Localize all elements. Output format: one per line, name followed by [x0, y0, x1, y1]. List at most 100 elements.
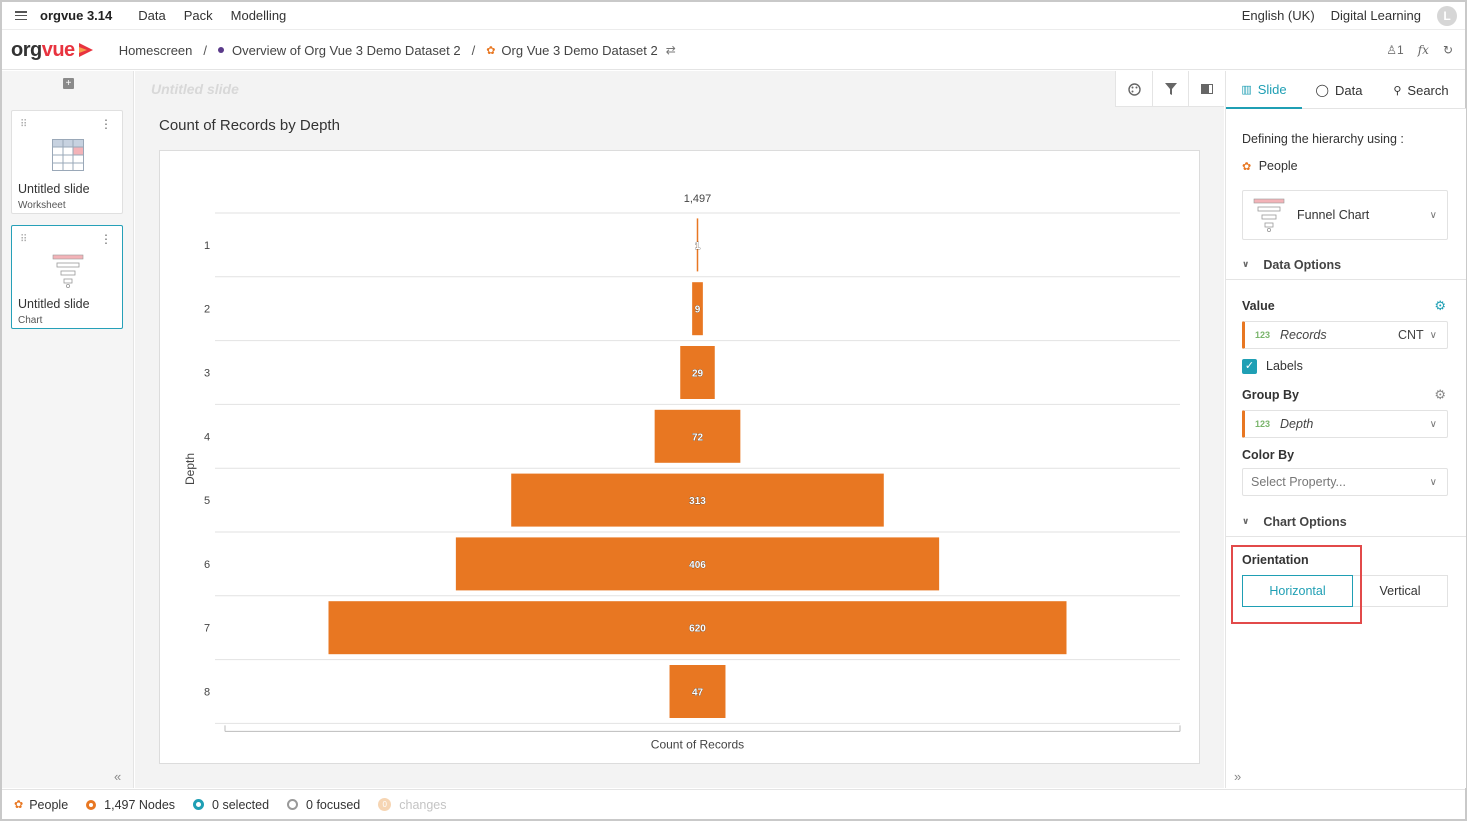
- palette-icon[interactable]: [1116, 71, 1152, 107]
- chart-heading: Count of Records by Depth: [159, 117, 340, 134]
- app-name: orgvue 3.14: [40, 8, 113, 23]
- kebab-menu-icon[interactable]: ⋮: [100, 117, 112, 131]
- orgvue-logo[interactable]: orgvue: [11, 39, 95, 62]
- x-axis-label: Count of Records: [651, 737, 744, 751]
- pack-dot-icon: [218, 47, 225, 53]
- chart-options-section[interactable]: ∨ Chart Options: [1226, 507, 1466, 537]
- tab-search[interactable]: ⚲ Search: [1376, 71, 1466, 109]
- status-focused[interactable]: 0 focused: [287, 798, 360, 812]
- chevron-down-icon: ∨: [1242, 516, 1250, 526]
- data-options-section[interactable]: ∨ Data Options: [1226, 250, 1466, 280]
- logo-mark-icon: [78, 43, 93, 57]
- group-by-select[interactable]: 123 Depth ∨: [1242, 410, 1448, 438]
- drag-handle-icon[interactable]: ⠿: [20, 234, 27, 245]
- status-dataset-label: People: [29, 797, 69, 812]
- sync-icon[interactable]: ⇄: [666, 43, 676, 57]
- color-by-select[interactable]: Select Property... ∨: [1242, 468, 1448, 496]
- breadcrumb-overview[interactable]: Overview of Org Vue 3 Demo Dataset 2: [218, 43, 461, 58]
- data-label: 313: [689, 496, 706, 507]
- group-by-gear-icon[interactable]: ⚙: [1434, 387, 1446, 403]
- add-slide-button[interactable]: +: [63, 78, 74, 89]
- numeric-type-badge: 123: [1255, 330, 1271, 340]
- status-changes[interactable]: 0 changes: [378, 797, 447, 812]
- slide-card-worksheet[interactable]: ⠿ ⋮ Untitled slide Worksheet: [11, 110, 123, 214]
- collapse-left-icon[interactable]: «: [114, 769, 121, 784]
- data-options-label: Data Options: [1263, 257, 1342, 272]
- panel-toggle-icon[interactable]: [1188, 71, 1224, 107]
- language-selector[interactable]: English (UK): [1242, 8, 1315, 23]
- drag-handle-icon[interactable]: ⠿: [20, 119, 27, 130]
- logo-text-org: org: [11, 38, 42, 61]
- refresh-icon[interactable]: ↻: [1443, 43, 1453, 57]
- slide-title-input[interactable]: Untitled slide: [151, 81, 239, 97]
- value-settings-gear-icon[interactable]: ⚙: [1434, 298, 1446, 314]
- y-axis-label: Depth: [183, 453, 197, 485]
- slide-toolbar: [1115, 71, 1224, 107]
- slide-card-chart[interactable]: ⠿ ⋮ Untitled slide Chart: [11, 225, 123, 329]
- status-nodes-label: 1,497 Nodes: [104, 797, 176, 812]
- chart-type-value: Funnel Chart: [1297, 208, 1370, 222]
- hierarchy-dataset: People: [1258, 159, 1298, 173]
- value-label: Value: [1242, 299, 1275, 313]
- tab-slide[interactable]: ▥ Slide: [1226, 71, 1302, 109]
- slide-title: Untitled slide: [18, 297, 90, 311]
- menu-pack[interactable]: Pack: [184, 8, 213, 23]
- status-selected[interactable]: 0 selected: [193, 798, 269, 812]
- y-tick-label: 2: [204, 304, 210, 316]
- menu-modelling[interactable]: Modelling: [231, 8, 287, 23]
- tab-slide-label: Slide: [1257, 81, 1287, 97]
- workspace-selector[interactable]: Digital Learning: [1331, 8, 1421, 23]
- expand-right-icon[interactable]: »: [1234, 769, 1241, 784]
- data-label: 29: [692, 369, 704, 380]
- data-label: 72: [692, 432, 704, 443]
- hierarchy-label: Defining the hierarchy using :: [1242, 132, 1404, 146]
- filter-icon[interactable]: [1152, 71, 1188, 107]
- chevron-down-icon: ∨: [1429, 476, 1437, 488]
- hamburger-menu-icon[interactable]: [15, 11, 27, 20]
- funnel-chart-svg: 1,4971 12 93 294 725 3136 4067 6208 47Count of R…: [183, 193, 1181, 751]
- group-by-label: Group By: [1242, 388, 1299, 402]
- funnel-chart-icon: [1253, 198, 1285, 232]
- labels-checkbox[interactable]: ✓: [1242, 359, 1257, 374]
- search-icon: ⚲: [1393, 84, 1402, 97]
- orientation-vertical-button[interactable]: Vertical: [1353, 575, 1448, 607]
- funnel-chart-icon: [52, 254, 84, 288]
- breadcrumb-separator: /: [203, 42, 208, 58]
- slide-type: Chart: [18, 315, 43, 326]
- value-field-select[interactable]: 123 Records CNT ∨: [1242, 321, 1448, 349]
- status-selected-label: 0 selected: [212, 797, 270, 812]
- status-nodes[interactable]: 1,497 Nodes: [86, 798, 175, 812]
- menu-data[interactable]: Data: [138, 8, 165, 23]
- circle-icon: ◯: [1315, 83, 1329, 97]
- slide-canvas: Untitled slide Count of Records by Depth…: [135, 71, 1224, 788]
- slide-title: Untitled slide: [18, 182, 90, 196]
- chart-type-select[interactable]: Funnel Chart ∨: [1242, 190, 1448, 240]
- slide-type: Worksheet: [18, 200, 66, 211]
- top-bar: orgvue 3.14 Data Pack Modelling English …: [2, 2, 1465, 30]
- kebab-menu-icon[interactable]: ⋮: [100, 232, 112, 246]
- logo-text-vue: vue: [41, 38, 75, 61]
- status-dataset[interactable]: ✿ People: [14, 798, 68, 812]
- breadcrumb-overview-label: Overview of Org Vue 3 Demo Dataset 2: [232, 42, 461, 58]
- status-bar: ✿ People 1,497 Nodes 0 selected 0 focuse…: [2, 789, 1465, 819]
- group-by-field-name: Depth: [1280, 417, 1314, 431]
- users-online[interactable]: ♙1: [1386, 43, 1403, 57]
- paw-icon: ✿: [1242, 161, 1252, 173]
- data-label: 406: [689, 560, 706, 571]
- color-by-label: Color By: [1242, 448, 1295, 462]
- breadcrumb-dataset[interactable]: ✿ Org Vue 3 Demo Dataset 2 ⇄: [486, 43, 676, 58]
- status-changes-label: changes: [399, 797, 447, 812]
- tab-search-label: Search: [1407, 82, 1449, 98]
- formula-button[interactable]: fx: [1418, 43, 1429, 57]
- user-avatar[interactable]: L: [1437, 5, 1457, 26]
- aggregation-value[interactable]: CNT: [1398, 328, 1424, 342]
- breadcrumb-homescreen[interactable]: Homescreen: [119, 43, 193, 58]
- worksheet-icon: [52, 139, 84, 171]
- y-tick-label: 4: [204, 431, 210, 443]
- tab-data[interactable]: ◯ Data: [1302, 71, 1376, 109]
- numeric-type-badge: 123: [1255, 419, 1271, 429]
- value-field-name: Records: [1280, 328, 1327, 342]
- chevron-down-icon: ∨: [1429, 329, 1437, 341]
- breadcrumb-separator: /: [471, 42, 476, 58]
- chart-options-label: Chart Options: [1263, 514, 1347, 529]
